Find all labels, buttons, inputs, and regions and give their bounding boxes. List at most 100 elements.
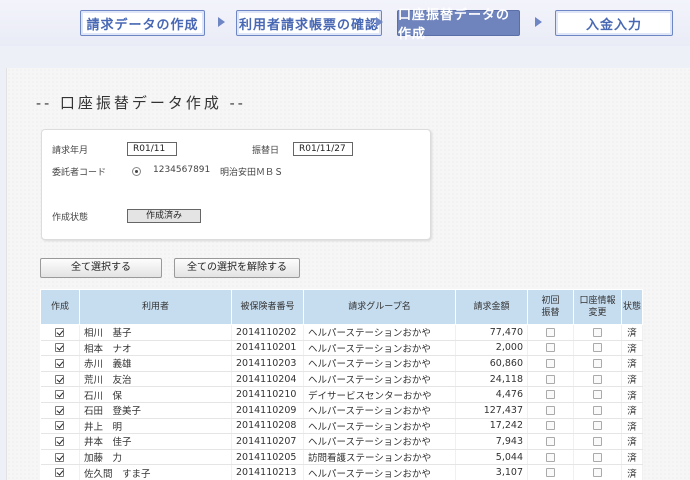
- billing-group-cell: ヘルパーステーションおかや: [303, 371, 456, 388]
- account-change-checkbox[interactable]: [593, 452, 602, 462]
- create-checkbox[interactable]: [55, 421, 65, 431]
- billing-group-cell: ヘルパーステーションおかや: [303, 402, 456, 419]
- amount-cell: 7,943: [455, 433, 528, 450]
- first-transfer-checkbox[interactable]: [546, 405, 555, 415]
- billing-group-cell: 訪問看護ステーションおかや: [303, 449, 456, 466]
- account-change-cell: [573, 340, 622, 357]
- col-header-create[interactable]: 作成: [40, 289, 80, 325]
- user-cell: 井本 佳子: [79, 433, 232, 450]
- col-header-first-transfer[interactable]: 初回 振替: [527, 289, 574, 325]
- account-change-checkbox[interactable]: [593, 468, 602, 478]
- billing-month-label: 請求年月: [52, 146, 89, 156]
- account-change-checkbox[interactable]: [593, 421, 602, 431]
- account-change-checkbox[interactable]: [593, 436, 602, 446]
- step-user-billing-report[interactable]: 利用者請求帳票の確認: [236, 10, 382, 36]
- billing-month-field: R01/11: [127, 142, 177, 156]
- billing-group-cell: ヘルパーステーションおかや: [303, 324, 456, 341]
- first-transfer-checkbox[interactable]: [546, 436, 555, 446]
- table-row[interactable]: 荒川 友治 2014110204 ヘルパーステーションおかや 24,118 済: [40, 371, 643, 388]
- col-header-status[interactable]: 状態: [621, 289, 643, 325]
- billing-group-cell: ヘルパーステーションおかや: [303, 433, 456, 450]
- first-transfer-checkbox[interactable]: [546, 327, 555, 337]
- first-transfer-cell: [527, 418, 574, 435]
- col-header-user[interactable]: 利用者: [79, 289, 232, 325]
- user-cell: 石川 保: [79, 386, 232, 403]
- first-transfer-checkbox[interactable]: [546, 421, 555, 431]
- amount-cell: 2,000: [455, 340, 528, 357]
- insured-no-cell: 2014110205: [231, 449, 304, 466]
- table-row[interactable]: 石川 保 2014110210 デイサービスセンターおかや 4,476 済: [40, 386, 643, 403]
- create-checkbox[interactable]: [55, 390, 65, 400]
- create-cell: [40, 340, 80, 357]
- create-cell: [40, 324, 80, 341]
- amount-cell: 5,044: [455, 449, 528, 466]
- table-row[interactable]: 井本 佳子 2014110207 ヘルパーステーションおかや 7,943 済: [40, 433, 643, 450]
- create-checkbox[interactable]: [55, 343, 65, 353]
- billing-table: 作成 利用者 被保険者番号 請求グループ名 請求金額 初回 振替 口座情報 変更 状…: [40, 289, 643, 480]
- table-row[interactable]: 加藤 力 2014110205 訪問看護ステーションおかや 5,044 済: [40, 449, 643, 466]
- user-cell: 相本 ナオ: [79, 340, 232, 357]
- table-row[interactable]: 赤川 義雄 2014110203 ヘルパーステーションおかや 60,860 済: [40, 355, 643, 372]
- account-change-cell: [573, 371, 622, 388]
- create-checkbox[interactable]: [55, 468, 65, 478]
- col-header-account-change[interactable]: 口座情報 変更: [573, 289, 622, 325]
- first-transfer-checkbox[interactable]: [546, 468, 555, 478]
- billing-group-cell: ヘルパーステーションおかや: [303, 464, 456, 480]
- user-cell: 加藤 力: [79, 449, 232, 466]
- status-cell: 済: [621, 402, 643, 419]
- status-cell: 済: [621, 355, 643, 372]
- create-checkbox[interactable]: [55, 452, 65, 462]
- table-row[interactable]: 井上 明 2014110208 ヘルパーステーションおかや 17,242 済: [40, 418, 643, 435]
- account-change-checkbox[interactable]: [593, 390, 602, 400]
- insured-no-cell: 2014110201: [231, 340, 304, 357]
- user-cell: 井上 明: [79, 418, 232, 435]
- transfer-date-label: 振替日: [252, 146, 280, 156]
- amount-cell: 24,118: [455, 371, 528, 388]
- consignor-radio[interactable]: [132, 167, 141, 176]
- first-transfer-cell: [527, 340, 574, 357]
- account-change-cell: [573, 402, 622, 419]
- insured-no-cell: 2014110209: [231, 402, 304, 419]
- create-cell: [40, 418, 80, 435]
- step-payment-entry[interactable]: 入金入力: [555, 10, 673, 36]
- create-cell: [40, 386, 80, 403]
- create-checkbox[interactable]: [55, 358, 65, 368]
- col-header-amount[interactable]: 請求金額: [455, 289, 528, 325]
- status-cell: 済: [621, 433, 643, 450]
- select-all-button[interactable]: 全て選択する: [40, 258, 162, 278]
- col-header-billing-group[interactable]: 請求グループ名: [303, 289, 456, 325]
- insured-no-cell: 2014110203: [231, 355, 304, 372]
- account-change-checkbox[interactable]: [593, 327, 602, 337]
- account-change-checkbox[interactable]: [593, 343, 602, 353]
- create-checkbox[interactable]: [55, 436, 65, 446]
- create-checkbox[interactable]: [55, 405, 65, 415]
- col-header-account-change-line2: 変更: [588, 308, 607, 318]
- first-transfer-cell: [527, 449, 574, 466]
- billing-group-cell: ヘルパーステーションおかや: [303, 418, 456, 435]
- first-transfer-checkbox[interactable]: [546, 390, 555, 400]
- deselect-all-button[interactable]: 全ての選択を解除する: [174, 258, 300, 278]
- first-transfer-checkbox[interactable]: [546, 452, 555, 462]
- col-header-first-transfer-line2: 振替: [541, 308, 560, 318]
- first-transfer-checkbox[interactable]: [546, 374, 555, 384]
- first-transfer-cell: [527, 386, 574, 403]
- amount-cell: 77,470: [455, 324, 528, 341]
- account-change-checkbox[interactable]: [593, 358, 602, 368]
- account-change-checkbox[interactable]: [593, 374, 602, 384]
- account-change-cell: [573, 433, 622, 450]
- table-row[interactable]: 石田 登美子 2014110209 ヘルパーステーションおかや 127,437 済: [40, 402, 643, 419]
- consignor-name: 明治安田ＭＢＳ: [220, 168, 284, 178]
- account-change-checkbox[interactable]: [593, 405, 602, 415]
- step-billing-data[interactable]: 請求データの作成: [80, 10, 205, 36]
- table-row[interactable]: 相本 ナオ 2014110201 ヘルパーステーションおかや 2,000 済: [40, 340, 643, 357]
- status-field: 作成済み: [127, 209, 201, 223]
- table-row[interactable]: 相川 基子 2014110202 ヘルパーステーションおかや 77,470 済: [40, 324, 643, 341]
- col-header-insured-no[interactable]: 被保険者番号: [231, 289, 304, 325]
- table-row[interactable]: 佐久間 すま子 2014110213 ヘルパーステーションおかや 3,107 済: [40, 464, 643, 480]
- step-account-transfer-data[interactable]: 口座振替データの作成: [397, 8, 520, 42]
- first-transfer-checkbox[interactable]: [546, 343, 555, 353]
- create-checkbox[interactable]: [55, 374, 65, 384]
- create-checkbox[interactable]: [55, 327, 65, 337]
- status-label: 作成状態: [52, 213, 89, 223]
- first-transfer-checkbox[interactable]: [546, 358, 555, 368]
